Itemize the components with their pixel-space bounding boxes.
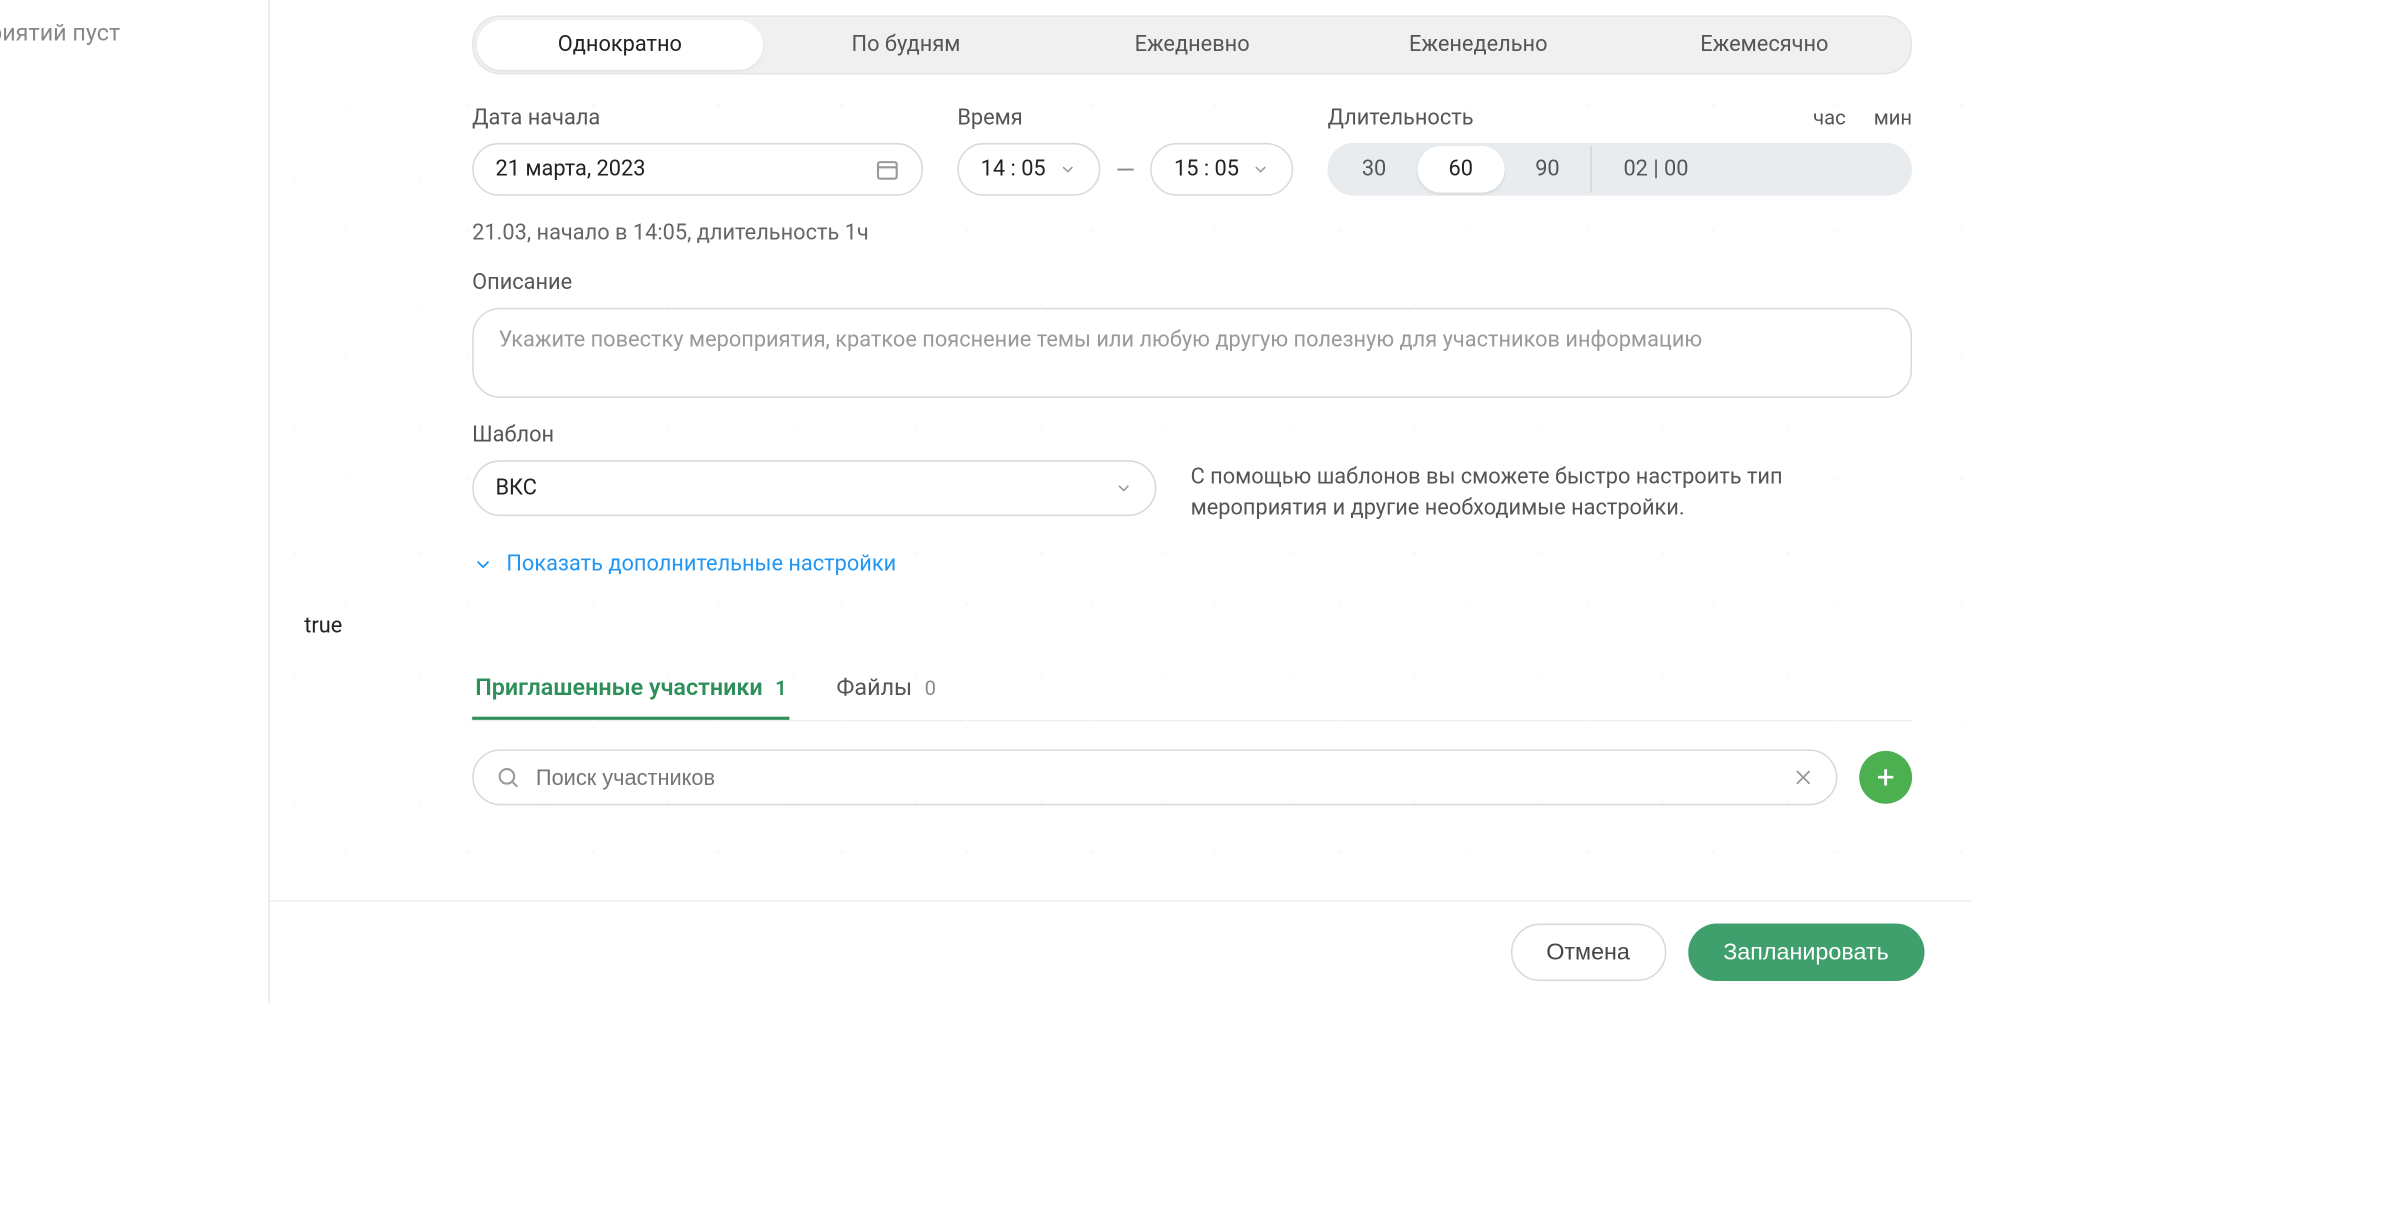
duration-30[interactable]: 30 (1331, 146, 1418, 193)
show-more-settings[interactable]: Показать дополнительные настройки (472, 552, 1912, 577)
template-label: Шаблон (472, 423, 1912, 448)
start-date-picker[interactable]: 21 марта, 2023 (472, 143, 923, 196)
debug-true-text: true (304, 614, 1912, 639)
add-participant-button[interactable]: + (1859, 751, 1912, 804)
time-dash: — (1116, 155, 1135, 185)
description-label: Описание (472, 270, 1912, 295)
recurrence-daily[interactable]: Ежедневно (1049, 20, 1335, 70)
calendar-icon (875, 157, 900, 182)
cancel-button[interactable]: Отмена (1510, 924, 1665, 982)
recurrence-weekly[interactable]: Еженедельно (1335, 20, 1621, 70)
participant-search[interactable] (472, 750, 1837, 806)
template-value: ВКС (495, 476, 536, 501)
mins-unit-label: мин (1874, 107, 1912, 130)
chevron-down-icon (1114, 479, 1133, 498)
time-start-value: 14 : 05 (981, 157, 1046, 182)
tab-count: 1 (775, 678, 787, 701)
tab-files[interactable]: Файлы 0 (833, 661, 939, 720)
form-tabs: Приглашенные участники 1 Файлы 0 (472, 661, 1912, 722)
clear-icon[interactable] (1792, 767, 1814, 789)
time-end-value: 15 : 05 (1174, 157, 1239, 182)
events-list-column: Мероприятия ID + 21 марта 2023 · 1 ч чер… (0, 0, 270, 1003)
tab-label: Приглашенные участники (475, 673, 762, 701)
recurrence-monthly[interactable]: Ежемесячно (1621, 20, 1907, 70)
schedule-button[interactable]: Запланировать (1687, 924, 1924, 982)
tab-label: Файлы (836, 673, 912, 701)
chevron-down-icon (1251, 160, 1270, 179)
empty-list-message: Список мероприятий пуст (0, 0, 268, 78)
recurrence-weekdays[interactable]: По будням (763, 20, 1049, 70)
schedule-summary: 21.03, начало в 14:05, длительность 1ч (472, 221, 1912, 246)
recurrence-once[interactable]: Однократно (477, 20, 763, 70)
participant-search-input[interactable] (536, 765, 1777, 790)
start-date-value: 21 марта, 2023 (495, 157, 645, 182)
template-select[interactable]: ВКС (472, 460, 1156, 516)
duration-label: Длительность (1328, 106, 1474, 131)
duration-custom[interactable]: 02 | 00 (1591, 146, 1720, 193)
template-help-text: С помощью шаблонов вы сможете быстро нас… (1191, 460, 1913, 524)
tab-count: 0 (925, 678, 936, 701)
chevron-down-icon (1058, 160, 1077, 179)
form-footer: Отмена Запланировать (270, 900, 1971, 1003)
tab-participants[interactable]: Приглашенные участники 1 (472, 661, 790, 720)
chevron-down-icon (472, 554, 494, 576)
duration-60[interactable]: 60 (1417, 146, 1504, 193)
show-more-label: Показать дополнительные настройки (506, 552, 896, 577)
time-start-picker[interactable]: 14 : 05 (957, 143, 1100, 196)
start-date-label: Дата начала (472, 106, 923, 131)
event-form: Создание мероприятия черновик Название О… (270, 0, 1971, 1003)
recurrence-segmented: Однократно По будням Ежедневно Еженедель… (472, 15, 1912, 74)
time-end-picker[interactable]: 15 : 05 (1151, 143, 1294, 196)
hours-unit-label: час (1813, 107, 1846, 130)
description-input[interactable] (472, 308, 1912, 398)
search-icon (495, 765, 520, 790)
duration-picker: 30 60 90 02 | 00 (1328, 143, 1912, 196)
duration-90[interactable]: 90 (1504, 146, 1591, 193)
time-label: Время (957, 106, 1293, 131)
